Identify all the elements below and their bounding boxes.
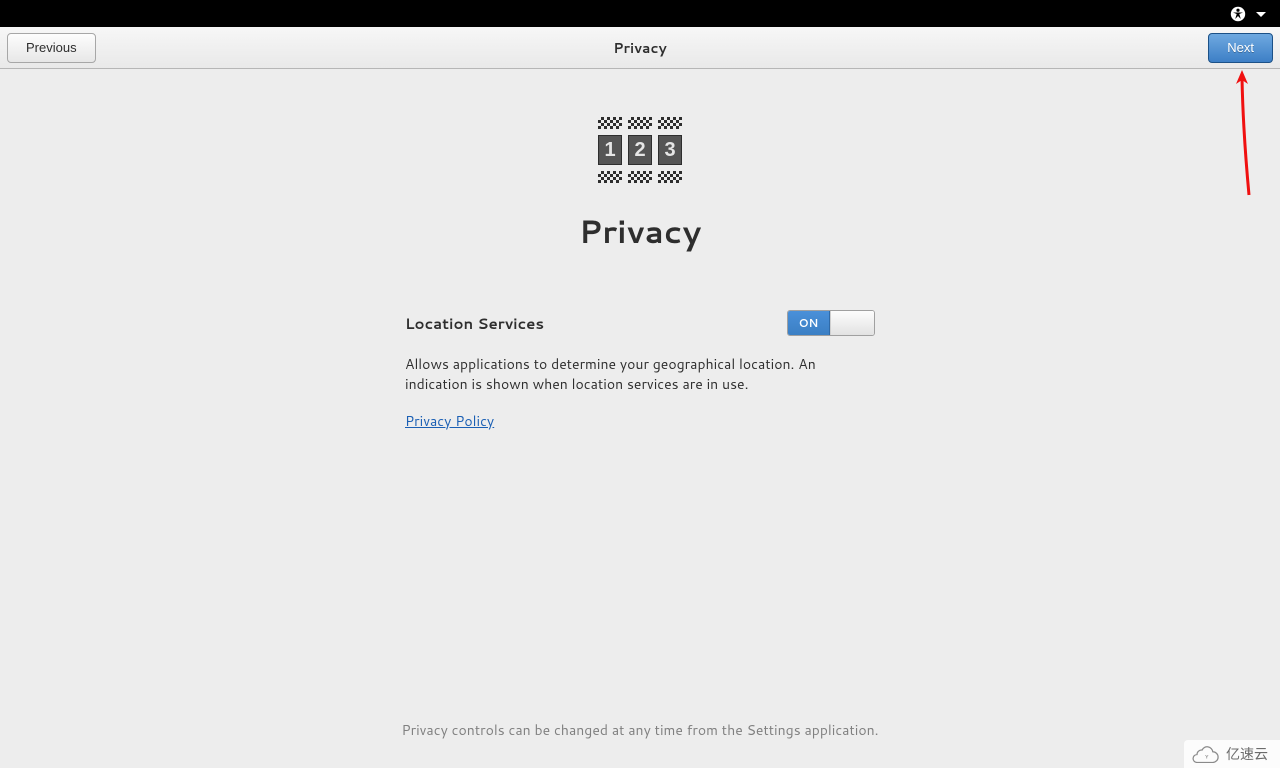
location-services-description: Allows applications to determine your ge… [405,354,875,395]
switch-on-label: ON [788,311,830,335]
watermark: Y 亿速云 [1184,740,1280,768]
footer-note: Privacy controls can be changed at any t… [401,720,878,740]
digit-box: 1 [598,135,622,165]
next-button[interactable]: Next [1208,33,1273,63]
page-title: Privacy [579,209,701,254]
content-area: 1 2 3 Privacy Location Services ON Allow… [0,69,1280,768]
header-bar: Previous Privacy Next [0,27,1280,69]
svg-text:Y: Y [1205,753,1209,761]
switch-knob [830,311,874,335]
header-title: Privacy [613,38,667,58]
privacy-policy-link[interactable]: Privacy Policy [405,411,494,431]
digit-box: 2 [628,135,652,165]
chevron-down-icon[interactable] [1256,12,1266,17]
watermark-text: 亿速云 [1226,744,1268,764]
location-services-switch[interactable]: ON [787,310,875,336]
previous-button[interactable]: Previous [7,33,96,63]
system-top-bar [0,0,1280,27]
settings-panel: Location Services ON Allows applications… [405,310,875,432]
location-services-row: Location Services ON [405,310,875,336]
location-services-label: Location Services [405,313,544,334]
privacy-icon: 1 2 3 [598,117,682,183]
accessibility-icon[interactable] [1230,6,1246,22]
cloud-icon: Y [1192,745,1220,763]
digit-box: 3 [658,135,682,165]
